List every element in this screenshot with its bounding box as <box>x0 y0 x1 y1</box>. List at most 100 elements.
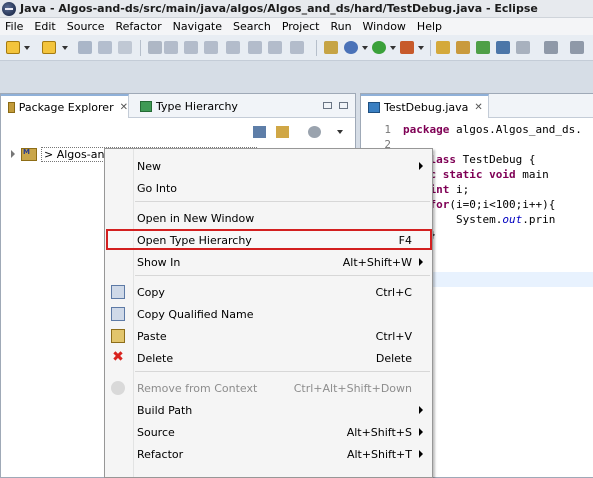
menu-item-shortcut: Delete <box>375 351 412 365</box>
save-all-icon[interactable] <box>98 41 112 54</box>
code-token: .prin <box>522 213 556 226</box>
menu-item-label: Refactor <box>137 447 184 461</box>
tab-package-explorer[interactable]: Package Explorer ✕ <box>1 94 129 118</box>
menu-item-label: Go Into <box>137 181 178 195</box>
open-type-icon[interactable] <box>324 41 338 54</box>
suspend-icon[interactable] <box>184 41 198 54</box>
new-wizard-icon[interactable] <box>42 41 56 54</box>
menu-item-refactor[interactable]: Refactor Alt+Shift+T <box>105 443 432 465</box>
copy-qualified-icon <box>111 307 125 321</box>
menu-item-show-in[interactable]: Show In Alt+Shift+W <box>105 251 432 273</box>
menu-window[interactable]: Window <box>358 20 412 33</box>
view-menu-icon[interactable] <box>337 130 343 134</box>
maximize-icon[interactable] <box>339 102 348 109</box>
menu-item-shortcut: Ctrl+V <box>375 329 412 343</box>
menu-source[interactable]: Source <box>62 20 111 33</box>
menu-navigate[interactable]: Navigate <box>168 20 228 33</box>
external-tools-icon[interactable] <box>400 41 414 54</box>
menu-item-go-into[interactable]: Go Into <box>105 177 432 199</box>
print-icon[interactable] <box>118 41 132 54</box>
paste-icon <box>111 329 125 343</box>
close-icon[interactable]: ✕ <box>120 102 128 113</box>
project-icon: M <box>21 147 37 161</box>
menu-project[interactable]: Project <box>277 20 326 33</box>
prev-annotation-icon[interactable] <box>570 41 584 54</box>
code-token: main <box>515 168 549 181</box>
tab-testdebug-java[interactable]: TestDebug.java ✕ <box>361 94 489 118</box>
menu-item-copy-qualified-name[interactable]: Copy Qualified Name <box>105 303 432 325</box>
expand-icon[interactable] <box>11 150 15 158</box>
external-tools-dropdown-icon[interactable] <box>418 46 424 50</box>
new-package-icon[interactable] <box>456 41 470 54</box>
menu-item-shortcut: Alt+Shift+W <box>342 255 412 269</box>
type-hierarchy-icon <box>140 100 152 112</box>
menu-item-label: Open in New Window <box>137 211 255 225</box>
step-return-icon[interactable] <box>290 41 304 54</box>
menu-item-open-type-hierarchy[interactable]: Open Type Hierarchy F4 <box>105 229 432 251</box>
step-over-icon[interactable] <box>268 41 282 54</box>
menu-refactor[interactable]: Refactor <box>111 20 168 33</box>
context-menu: New Go Into Open in New Window Open Type Hi… <box>104 148 433 478</box>
tab-label: Type Hierarchy <box>156 99 238 113</box>
run-dropdown-icon[interactable] <box>390 46 396 50</box>
debug-icon[interactable] <box>344 41 358 54</box>
line-number: 1 <box>384 123 391 136</box>
submenu-arrow-icon <box>419 428 423 436</box>
toolbar-separator <box>316 40 317 56</box>
menu-item-shortcut: Alt+Shift+S <box>346 425 412 439</box>
new-java-project-icon[interactable] <box>436 41 450 54</box>
collapse-all-icon[interactable] <box>253 126 266 138</box>
menu-item-build-path[interactable]: Build Path <box>105 399 432 421</box>
code-token: package <box>403 123 450 136</box>
focus-task-icon[interactable] <box>308 126 321 138</box>
minimize-icon[interactable] <box>323 102 332 109</box>
disconnect-icon[interactable] <box>226 41 240 54</box>
menu-item-paste[interactable]: Paste Ctrl+V <box>105 325 432 347</box>
menu-edit[interactable]: Edit <box>29 20 61 33</box>
run-icon[interactable] <box>372 41 386 54</box>
link-with-editor-icon[interactable] <box>276 126 289 138</box>
menu-item-label: Remove from Context <box>137 381 258 395</box>
tab-label: Package Explorer <box>18 100 114 114</box>
menu-item-new[interactable]: New <box>105 155 432 177</box>
menu-file[interactable]: File <box>0 20 29 33</box>
menu-help[interactable]: Help <box>412 20 448 33</box>
annotation-icon[interactable] <box>516 41 530 54</box>
code-token: out <box>502 213 523 226</box>
tab-type-hierarchy[interactable]: Type Hierarchy <box>133 94 263 118</box>
code-token: (i=0;i<100;i++){ <box>449 198 556 211</box>
menu-run[interactable]: Run <box>325 20 357 33</box>
new-dropdown-icon[interactable] <box>24 46 30 50</box>
new-icon[interactable] <box>6 41 20 54</box>
menu-item-delete[interactable]: ✖ Delete Delete <box>105 347 432 369</box>
menu-search[interactable]: Search <box>228 20 277 33</box>
debug-dropdown-icon[interactable] <box>362 46 368 50</box>
main-toolbar <box>0 35 593 61</box>
skip-breakpoints-icon[interactable] <box>148 41 162 54</box>
menu-item-open-in-new-window[interactable]: Open in New Window <box>105 207 432 229</box>
window-title: Java - Algos-and-ds/src/main/java/algos/… <box>20 2 538 15</box>
step-into-icon[interactable] <box>248 41 262 54</box>
search-icon[interactable] <box>496 41 510 54</box>
resume-icon[interactable] <box>164 41 178 54</box>
save-icon[interactable] <box>78 41 92 54</box>
package-explorer-icon <box>8 101 15 113</box>
submenu-arrow-icon <box>419 450 423 458</box>
menu-item-source[interactable]: Source Alt+Shift+S <box>105 421 432 443</box>
window-title-bar: Java - Algos-and-ds/src/main/java/algos/… <box>0 0 593 18</box>
wizard-dropdown-icon[interactable] <box>62 46 68 50</box>
code-token: TestDebug { <box>456 153 536 166</box>
menu-separator <box>135 201 430 202</box>
menu-item-label: Open Type Hierarchy <box>137 233 252 247</box>
terminate-icon[interactable] <box>204 41 218 54</box>
new-class-icon[interactable] <box>476 41 490 54</box>
toolbar-separator <box>140 40 141 56</box>
next-annotation-icon[interactable] <box>544 41 558 54</box>
menu-bar: File Edit Source Refactor Navigate Search Proj… <box>0 18 593 35</box>
menu-item-label: Show In <box>137 255 181 269</box>
close-icon[interactable]: ✕ <box>474 102 482 113</box>
menu-item-label: Build Path <box>137 403 193 417</box>
editor-tabbar: TestDebug.java ✕ <box>361 94 593 118</box>
code-token: static <box>442 168 490 181</box>
menu-item-copy[interactable]: Copy Ctrl+C <box>105 281 432 303</box>
